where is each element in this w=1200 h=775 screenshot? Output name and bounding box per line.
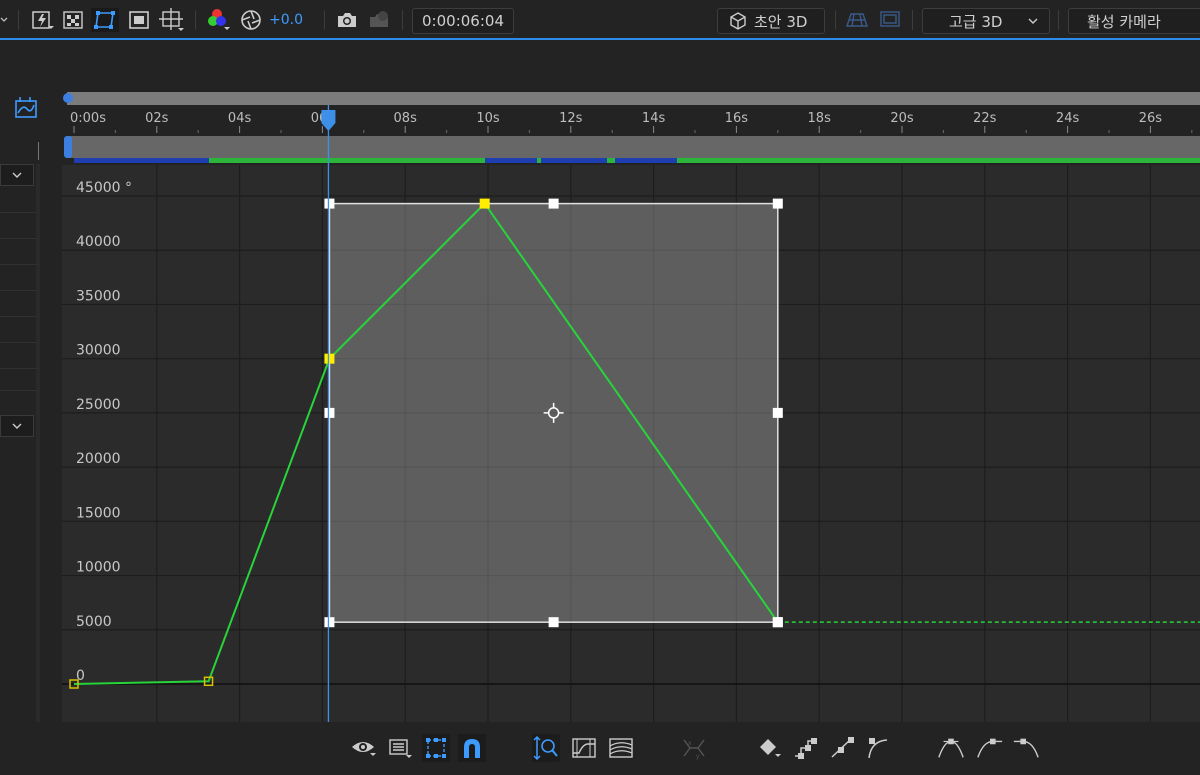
ruler-tick-label: 08s: [394, 111, 418, 126]
graph-type-options-icon[interactable]: [386, 734, 414, 762]
svg-text:x: x: [688, 740, 692, 747]
ruler-tick-label: 14s: [642, 111, 666, 126]
value-axis-label: 20000: [76, 451, 121, 467]
transform-box-handle[interactable]: [324, 407, 335, 418]
transform-box-handle[interactable]: [324, 617, 335, 628]
snap-magnet-icon[interactable]: [458, 734, 486, 762]
ruler-tick-label: 12s: [559, 111, 583, 126]
ruler-tick-label: 22s: [973, 111, 997, 126]
ruler-tick-label: 26s: [1139, 111, 1163, 126]
transform-box-handle[interactable]: [548, 617, 559, 628]
transform-box[interactable]: [324, 198, 783, 628]
transform-box-handle[interactable]: [772, 198, 783, 209]
playhead-handle[interactable]: [321, 110, 336, 131]
easy-ease-icon[interactable]: [937, 734, 965, 762]
fit-selection-icon[interactable]: [570, 734, 598, 762]
value-axis-label: 45000 °: [76, 180, 132, 196]
value-axis-label: 5000: [76, 614, 112, 630]
linear-keyframe-icon[interactable]: [828, 734, 856, 762]
svg-text:y: y: [696, 753, 700, 760]
value-axis-label: 35000: [76, 288, 121, 304]
time-ruler[interactable]: 0:00s02s04s06s08s10s12s14s16s18s20s22s24…: [70, 111, 1193, 133]
transform-box-handle[interactable]: [324, 198, 335, 209]
ruler-tick-label: 20s: [890, 111, 914, 126]
ruler-tick-label: 18s: [808, 111, 832, 126]
value-axis-label: 0: [76, 668, 85, 684]
work-area-start-handle[interactable]: [63, 93, 73, 103]
transform-box-handle[interactable]: [548, 198, 559, 209]
ruler-tick-label: 0:00s: [70, 111, 106, 126]
value-axis-label: 10000: [76, 560, 121, 576]
value-axis-label: 25000: [76, 397, 121, 413]
ruler-tick-label: 04s: [228, 111, 252, 126]
value-axis-label: 30000: [76, 343, 121, 359]
keyframe-selected[interactable]: [324, 353, 335, 364]
hold-keyframe-icon[interactable]: [791, 734, 819, 762]
fit-all-graphs-icon[interactable]: [607, 734, 635, 762]
easy-ease-in-icon[interactable]: [976, 734, 1004, 762]
graph-editor-window: +0.0 0:00:06:04 초안 3D 고급 3D 활성 카메라 0:00s…: [0, 0, 1200, 775]
time-navigator-start-handle[interactable]: [64, 136, 72, 158]
time-navigator-bar[interactable]: [67, 136, 1200, 158]
auto-bezier-icon[interactable]: [864, 734, 892, 762]
ruler-tick-label: 02s: [145, 111, 169, 126]
render-cache-bar: [74, 158, 1200, 163]
transform-box-toggle-icon[interactable]: [422, 734, 450, 762]
show-properties-eye-icon[interactable]: [350, 734, 378, 762]
separate-dimensions-icon[interactable]: xy: [680, 734, 708, 762]
auto-zoom-height-icon[interactable]: [532, 734, 560, 762]
transform-box-area[interactable]: [328, 202, 779, 623]
edit-keyframe-icon[interactable]: [756, 734, 784, 762]
ruler-tick-label: 24s: [1056, 111, 1080, 126]
easy-ease-out-icon[interactable]: [1012, 734, 1040, 762]
transform-box-handle[interactable]: [772, 407, 783, 418]
ruler-tick-label: 10s: [476, 111, 500, 126]
graph-editor-bottom-toolbar: xy: [0, 722, 1200, 775]
keyframe-selected[interactable]: [479, 198, 490, 209]
keyframe[interactable]: [772, 617, 783, 628]
value-axis-label: 40000: [76, 234, 121, 250]
graph-editor-canvas[interactable]: 0:00s02s04s06s08s10s12s14s16s18s20s22s24…: [0, 0, 1200, 722]
ruler-tick-label: 16s: [725, 111, 749, 126]
value-axis-label: 15000: [76, 505, 121, 521]
work-area-bar[interactable]: [67, 92, 1200, 105]
